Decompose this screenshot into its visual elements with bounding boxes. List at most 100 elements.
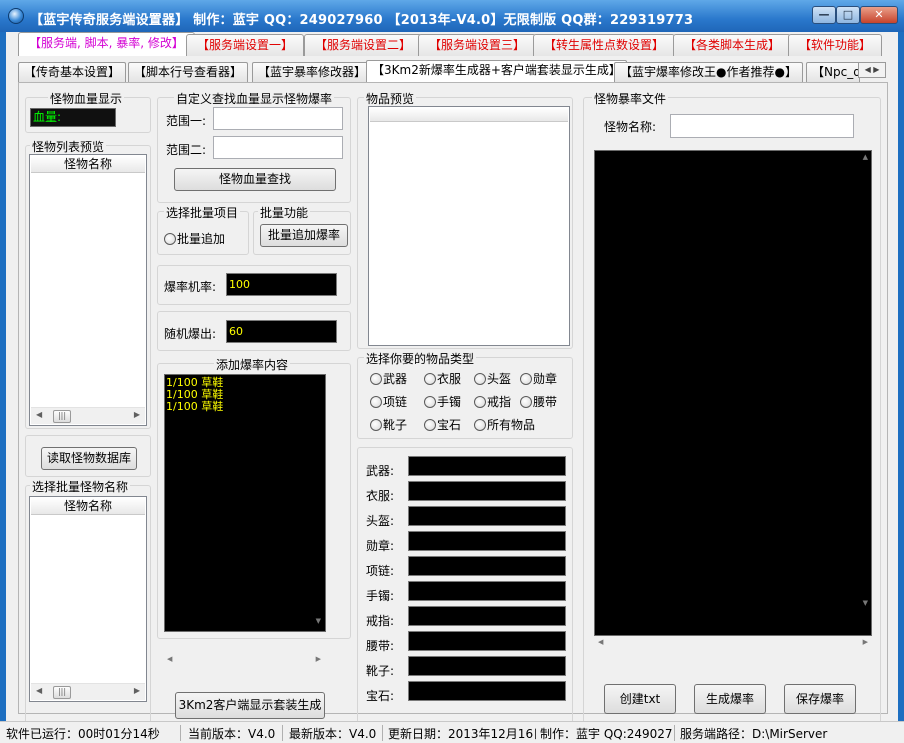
item-type-gem-radio[interactable]: 宝石 [424,416,461,433]
batch-func-group: 批量功能 批量追加爆率 [253,204,351,255]
scroll-left-icon[interactable]: ◀ [36,410,42,419]
subtab-basic-settings[interactable]: 【传奇基本设置】 [18,62,127,82]
item-preview-group: 物品预览 [357,90,573,349]
tab-server-script-drop[interactable]: 【服务端, 脚本, 暴率, 修改】 [18,32,195,56]
ring-input[interactable] [408,606,566,626]
subtab-drop-editor[interactable]: 【蓝宇暴率修改器】 [252,62,373,82]
tab-rebirth-points[interactable]: 【转生属性点数设置】 [533,34,676,56]
close-button[interactable]: ✕ [860,6,898,24]
armor-label: 衣服: [366,489,395,503]
medal-input[interactable] [408,531,566,551]
necklace-input[interactable] [408,556,566,576]
read-monster-db-button[interactable]: 读取怪物数据库 [41,447,137,470]
item-type-helmet-radio[interactable]: 头盔 [474,370,511,387]
drop-file-group: 怪物暴率文件 怪物名称: ▲ ▼ ◀ ▶ 创建txt 生成爆率 保存爆率 [583,90,881,729]
find-hp-group: 自定义查找血量显示怪物爆率 范围一: 范围二: 怪物血量查找 [157,90,351,203]
batch-item-group: 选择批量项目 批量追加 [157,204,249,255]
subtab-drop-editor-king[interactable]: 【蓝宇爆率修改王●作者推荐●】 [614,62,803,82]
add-drop-group: 添加爆率内容 1/100 草鞋 1/100 草鞋 1/100 草鞋 ▼ [157,356,351,639]
subtab-script-line-viewer[interactable]: 【脚本行号查看器】 [128,62,249,82]
generate-drop-button[interactable]: 生成爆率 [694,684,766,714]
batch-monster-hscroll[interactable]: ◀ ||| ▶ [31,683,145,700]
belt-label: 腰带: [366,639,395,653]
item-type-boots-radio[interactable]: 靴子 [370,416,407,433]
scroll-left-icon[interactable]: ◀ [598,638,603,646]
status-update-date: 更新日期：2013年12月16日 [388,727,536,741]
scroll-right-icon[interactable]: ▶ [134,686,140,695]
drop-file-textarea[interactable]: ▲ ▼ [594,150,872,636]
scroll-right-icon[interactable]: ▶ [134,410,140,419]
helmet-label: 头盔: [366,514,395,528]
item-type-belt-radio[interactable]: 腰带 [520,393,557,410]
scroll-down-icon[interactable]: ▼ [863,599,868,607]
scroll-right-icon[interactable]: ▶ [316,655,321,663]
item-type-medal-radio[interactable]: 勋章 [520,370,557,387]
ring-label: 戒指: [366,614,395,628]
scroll-right-icon[interactable]: ▶ [863,638,868,646]
tab-script-generation[interactable]: 【各类脚本生成】 [673,34,792,56]
tab-server-settings-2[interactable]: 【服务端设置二】 [304,34,423,56]
subtab-npc[interactable]: 【Npc_d [806,62,860,82]
item-preview-group-label: 物品预览 [364,90,417,107]
scroll-up-icon[interactable]: ▲ [863,153,868,161]
batch-monster-group-label: 选择批量怪物名称 [30,478,131,495]
monster-list-group: 怪物列表预览 怪物名称 ◀ ||| ▶ [25,138,151,429]
tab-software-functions[interactable]: 【软件功能】 [788,34,883,56]
boots-label: 靴子: [366,664,395,678]
status-bar: 软件已运行：00时01分14秒 当前版本：V4.0 最新版本：V4.0 更新日期… [0,721,904,743]
batch-append-drop-button[interactable]: 批量追加爆率 [260,224,348,247]
item-type-group-label: 选择你要的物品类型 [364,350,477,367]
range2-input[interactable] [213,136,343,159]
drop-file-hscroll[interactable]: ◀ ▶ [594,638,872,652]
minimize-button[interactable]: — [812,6,836,24]
create-txt-button[interactable]: 创建txt [604,684,676,714]
scroll-thumb[interactable]: ||| [53,686,71,699]
batch-monster-name-column-header[interactable]: 怪物名称 [31,498,145,515]
batch-append-radio[interactable]: 批量追加 [164,230,225,247]
random-drop-input[interactable]: 60 [226,320,337,343]
status-divider [382,725,383,741]
belt-input[interactable] [408,631,566,651]
batch-func-group-label: 批量功能 [258,204,311,221]
item-type-armor-radio[interactable]: 衣服 [424,370,461,387]
gem-input[interactable] [408,681,566,701]
helmet-input[interactable] [408,506,566,526]
drop-chance-input[interactable]: 100 [226,273,337,296]
radio-icon[interactable] [164,233,176,245]
bracelet-input[interactable] [408,581,566,601]
tab-scroll-arrows[interactable]: ◀ ▶ [858,62,886,78]
drop-chance-group: 爆率机率: 100 [157,265,351,305]
monster-list-hscroll[interactable]: ◀ ||| ▶ [31,407,145,424]
item-type-necklace-radio[interactable]: 项链 [370,393,407,410]
item-type-ring-radio[interactable]: 戒指 [474,393,511,410]
item-type-all-radio[interactable]: 所有物品 [474,416,535,433]
item-type-weapon-radio[interactable]: 武器 [370,370,407,387]
item-fields-group: 武器: 衣服: 头盔: 勋章: 项链: 手镯: 戒指: 腰带: 靴子: 宝石: [357,447,573,729]
armor-input[interactable] [408,481,566,501]
batch-monster-list[interactable]: 怪物名称 ◀ ||| ▶ [29,496,147,702]
weapon-input[interactable] [408,456,566,476]
monster-name-input[interactable] [670,114,854,138]
scroll-left-icon[interactable]: ◀ [36,686,42,695]
range1-input[interactable] [213,107,343,130]
boots-input[interactable] [408,656,566,676]
tab-server-settings-1[interactable]: 【服务端设置一】 [186,34,305,56]
client-suit-generate-button[interactable]: 3Km2客户端显示套装生成 [175,692,325,719]
add-drop-group-label: 添加爆率内容 [214,356,291,373]
monster-name-column-header[interactable]: 怪物名称 [31,156,145,173]
subtab-3km2-drop-generator[interactable]: 【3Km2新爆率生成器+客户端套装显示生成】 [366,60,627,82]
scroll-thumb[interactable]: ||| [53,410,71,423]
batch-append-label: 批量追加 [177,232,226,246]
monster-list[interactable]: 怪物名称 ◀ ||| ▶ [29,154,147,426]
add-drop-textarea[interactable]: 1/100 草鞋 1/100 草鞋 1/100 草鞋 ▼ [164,374,326,632]
monster-hp-search-button[interactable]: 怪物血量查找 [174,168,336,191]
scroll-left-icon[interactable]: ◀ [167,655,172,663]
add-drop-hscroll[interactable]: ◀ ▶ [163,655,325,669]
tab-server-settings-3[interactable]: 【服务端设置三】 [418,34,537,56]
maximize-button[interactable]: □ [836,6,860,24]
save-drop-button[interactable]: 保存爆率 [784,684,856,714]
scroll-down-icon[interactable]: ▼ [316,615,321,627]
item-preview-list[interactable] [368,106,570,346]
item-type-bracelet-radio[interactable]: 手镯 [424,393,461,410]
status-server-path: 服务端路径：D:\MirServer [680,727,828,741]
